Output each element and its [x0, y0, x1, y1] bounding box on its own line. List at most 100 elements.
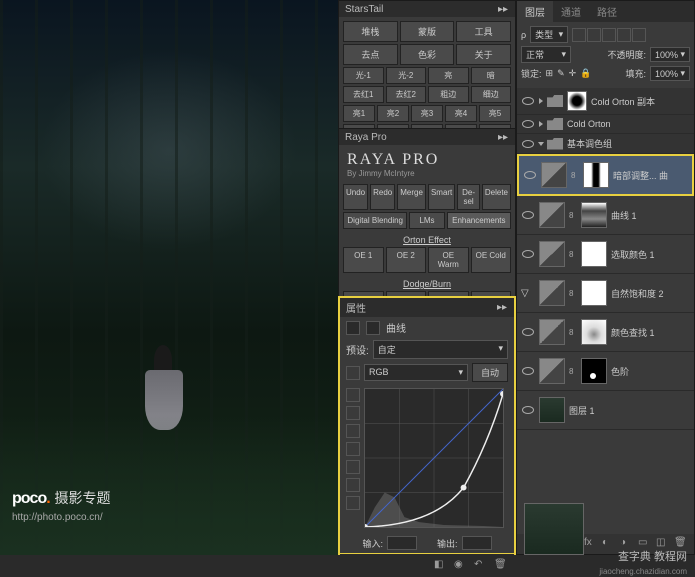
st-b1-button[interactable]: 亮1 — [343, 105, 375, 122]
gray-point-tool[interactable] — [346, 478, 360, 492]
collapse-icon[interactable]: ▸▸ — [497, 3, 509, 15]
adjustment-thumb[interactable] — [539, 358, 565, 384]
mask-icon[interactable]: ◐ — [602, 537, 616, 551]
lock-all-icon[interactable]: 🔒 — [580, 68, 591, 79]
visibility-toggle[interactable] — [521, 118, 535, 130]
visibility-toggle[interactable] — [523, 169, 537, 181]
visibility-toggle[interactable]: ▽ — [521, 288, 535, 299]
sample-tool[interactable] — [346, 388, 360, 402]
visibility-toggle[interactable] — [521, 404, 535, 416]
pencil-tool[interactable] — [346, 424, 360, 438]
curve-graph[interactable] — [364, 388, 504, 528]
layer-mask-thumb[interactable] — [581, 358, 607, 384]
auto-button[interactable]: 自动 — [472, 363, 508, 382]
merge-button[interactable]: Merge — [397, 184, 426, 210]
layer-item[interactable]: 8 选取颜色 1 — [517, 235, 694, 274]
link-icon[interactable]: 8 — [569, 250, 577, 259]
collapse-icon[interactable]: ▸▸ — [497, 131, 509, 143]
preset-dropdown[interactable]: 自定▾ — [373, 340, 508, 359]
enhancements-button[interactable]: Enhancements — [447, 212, 511, 229]
lock-pos-icon[interactable]: ✛ — [569, 68, 577, 79]
adjustment-thumb[interactable] — [539, 280, 565, 306]
reset-icon[interactable]: ↶ — [474, 559, 488, 573]
layer-item[interactable]: 8 曲线 1 — [517, 196, 694, 235]
digital-blending-button[interactable]: Digital Blending — [343, 212, 407, 229]
oecold-button[interactable]: OE Cold — [471, 247, 512, 273]
smart-button[interactable]: Smart — [428, 184, 455, 210]
st-despot-button[interactable]: 去点 — [343, 44, 398, 65]
layer-group[interactable]: Cold Orton 副本 — [517, 88, 694, 115]
tab-layers[interactable]: 图层 — [517, 1, 553, 22]
white-point-tool[interactable] — [346, 496, 360, 510]
link-icon[interactable]: 8 — [569, 289, 577, 298]
channel-icon[interactable] — [346, 366, 360, 380]
opacity-field[interactable]: 100%▾ — [650, 47, 690, 62]
layer-item[interactable]: 8 暗部调整... 曲 — [517, 154, 694, 196]
filter-shape-icon[interactable] — [617, 28, 631, 42]
smooth-tool[interactable] — [346, 442, 360, 456]
layer-item[interactable]: 8 色阶 — [517, 352, 694, 391]
lock-pixel-icon[interactable]: ✎ — [557, 68, 565, 79]
filter-pixel-icon[interactable] — [572, 28, 586, 42]
collapse-icon[interactable]: ▸▸ — [496, 302, 508, 314]
st-b2-button[interactable]: 亮2 — [377, 105, 409, 122]
link-icon[interactable]: 8 — [571, 171, 579, 180]
kind-dropdown[interactable]: 类型▾ — [530, 26, 568, 43]
layer-group[interactable]: 基本调色组 — [517, 134, 694, 154]
layer-mask-thumb[interactable] — [581, 202, 607, 228]
expand-icon[interactable] — [539, 98, 543, 104]
visibility-toggle[interactable] — [521, 248, 535, 260]
adjustment-thumb[interactable] — [539, 319, 565, 345]
link-icon[interactable]: 8 — [569, 328, 577, 337]
output-field[interactable] — [462, 536, 492, 550]
layer-item[interactable]: ▽ 8 自然饱和度 2 — [517, 274, 694, 313]
layer-mask-thumb[interactable] — [581, 280, 607, 306]
st-thick-button[interactable]: 粗边 — [428, 86, 469, 103]
bottom-layer-thumb[interactable] — [524, 503, 584, 555]
desel-button[interactable]: De-sel — [457, 184, 480, 210]
properties-tab[interactable]: 属性 — [346, 300, 366, 315]
st-stack-button[interactable]: 堆栈 — [343, 21, 398, 42]
visibility-toggle[interactable] — [521, 95, 535, 107]
st-dered1-button[interactable]: 去红1 — [343, 86, 384, 103]
tab-channels[interactable]: 通道 — [553, 1, 589, 22]
st-tools-button[interactable]: 工具 — [456, 21, 511, 42]
link-icon[interactable]: 8 — [569, 367, 577, 376]
layer-item[interactable]: 图层 1 — [517, 391, 694, 430]
st-dark-button[interactable]: 暗 — [471, 67, 512, 84]
layer-mask-thumb[interactable] — [583, 162, 609, 188]
layer-mask-thumb[interactable] — [567, 91, 587, 111]
layer-group[interactable]: Cold Orton — [517, 115, 694, 134]
delete-button[interactable]: Delete — [482, 184, 511, 210]
st-about-button[interactable]: 关于 — [456, 44, 511, 65]
undo-button[interactable]: Undo — [343, 184, 368, 210]
visibility-toggle[interactable] — [521, 138, 535, 150]
image-thumb[interactable] — [539, 397, 565, 423]
adjustment-thumb[interactable] — [539, 202, 565, 228]
edit-tool[interactable] — [346, 406, 360, 420]
expand-icon[interactable] — [538, 142, 544, 146]
layer-item[interactable]: 8 颜色查找 1 — [517, 313, 694, 352]
layer-mask-thumb[interactable] — [581, 319, 607, 345]
st-b3-button[interactable]: 亮3 — [411, 105, 443, 122]
redo-button[interactable]: Redo — [370, 184, 395, 210]
visibility-toggle[interactable] — [521, 326, 535, 338]
visibility-toggle[interactable] — [521, 365, 535, 377]
st-b5-button[interactable]: 亮5 — [479, 105, 511, 122]
st-dered2-button[interactable]: 去红2 — [386, 86, 427, 103]
input-field[interactable] — [387, 536, 417, 550]
oe1-button[interactable]: OE 1 — [343, 247, 384, 273]
trash-icon[interactable]: 🗑 — [494, 559, 508, 573]
st-thin-button[interactable]: 细边 — [471, 86, 512, 103]
oe2-button[interactable]: OE 2 — [386, 247, 427, 273]
channel-dropdown[interactable]: RGB▾ — [364, 364, 468, 381]
link-icon[interactable]: 8 — [569, 211, 577, 220]
adjustment-thumb[interactable] — [539, 241, 565, 267]
black-point-tool[interactable] — [346, 460, 360, 474]
fx-icon[interactable]: fx — [584, 537, 598, 551]
lms-button[interactable]: LMs — [409, 212, 444, 229]
st-bright-button[interactable]: 亮 — [428, 67, 469, 84]
tab-paths[interactable]: 路径 — [589, 1, 625, 22]
filter-smart-icon[interactable] — [632, 28, 646, 42]
st-mask-button[interactable]: 蒙版 — [400, 21, 455, 42]
